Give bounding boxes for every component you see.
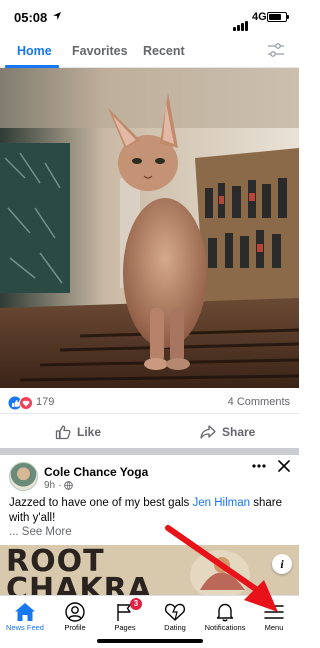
more-options-icon[interactable] [252, 463, 266, 469]
nav-pages[interactable]: 3 Pages [100, 596, 150, 634]
like-label: Like [77, 425, 102, 439]
battery-icon [267, 12, 289, 22]
pages-badge: 3 [130, 598, 142, 610]
tab-recent[interactable]: Recent [143, 44, 185, 58]
status-time: 05:08 [14, 10, 48, 25]
menu-icon [264, 605, 284, 619]
like-love-reaction-icons [8, 396, 33, 410]
bell-icon [216, 603, 234, 622]
profile-icon [65, 602, 85, 622]
meta-separator: · [58, 480, 62, 491]
avatar[interactable] [9, 462, 38, 491]
tab-home[interactable]: Home [17, 44, 52, 58]
filter-sliders-icon[interactable] [267, 42, 285, 58]
nav-menu[interactable]: Menu [249, 596, 299, 634]
globe-icon [64, 481, 74, 490]
thumbs-up-icon [55, 425, 71, 440]
post-meta: 9h · [44, 480, 74, 491]
post-author-name[interactable]: Cole Chance Yoga [44, 465, 148, 479]
close-icon[interactable] [278, 460, 290, 472]
image-text-line2: CHAKRA [6, 572, 152, 596]
status-bar: 05:08 4G [0, 0, 299, 34]
post2-image[interactable]: ROOT CHAKRA [0, 545, 299, 595]
share-button[interactable]: Share [200, 424, 255, 440]
post-body-text: Jazzed to have one of my best gals Jen H… [9, 496, 289, 526]
signal-icon [233, 13, 249, 31]
tab-favorites[interactable]: Favorites [72, 44, 128, 58]
heart-icon [164, 603, 186, 621]
comments-count-link[interactable]: 4 Comments [228, 396, 290, 408]
post-photo[interactable] [0, 68, 299, 388]
post-text-before: Jazzed to have one of my best gals [9, 497, 193, 509]
share-arrow-icon [200, 425, 216, 439]
nav-dating[interactable]: Dating [150, 596, 200, 634]
reactions-bar[interactable]: 179 4 Comments [0, 390, 299, 414]
mention-link[interactable]: Jen Hilman [192, 497, 250, 509]
network-type: 4G [252, 11, 267, 23]
post-timestamp[interactable]: 9h [44, 480, 55, 491]
info-icon[interactable]: i [272, 554, 292, 574]
home-icon [15, 603, 35, 621]
home-indicator [97, 639, 203, 643]
nav-profile[interactable]: Profile [50, 596, 100, 634]
share-label: Share [222, 425, 256, 439]
see-more-link[interactable]: ... See More [9, 526, 72, 538]
like-button[interactable]: Like [55, 424, 101, 440]
location-arrow-icon [53, 12, 61, 20]
nav-label: Menu [264, 623, 284, 632]
feed-tabs: Home Favorites Recent [0, 34, 299, 68]
post-actions: Like Share [0, 416, 299, 448]
reaction-count: 179 [36, 396, 55, 408]
nav-news-feed[interactable]: News Feed [0, 596, 50, 634]
post-divider [0, 448, 299, 455]
